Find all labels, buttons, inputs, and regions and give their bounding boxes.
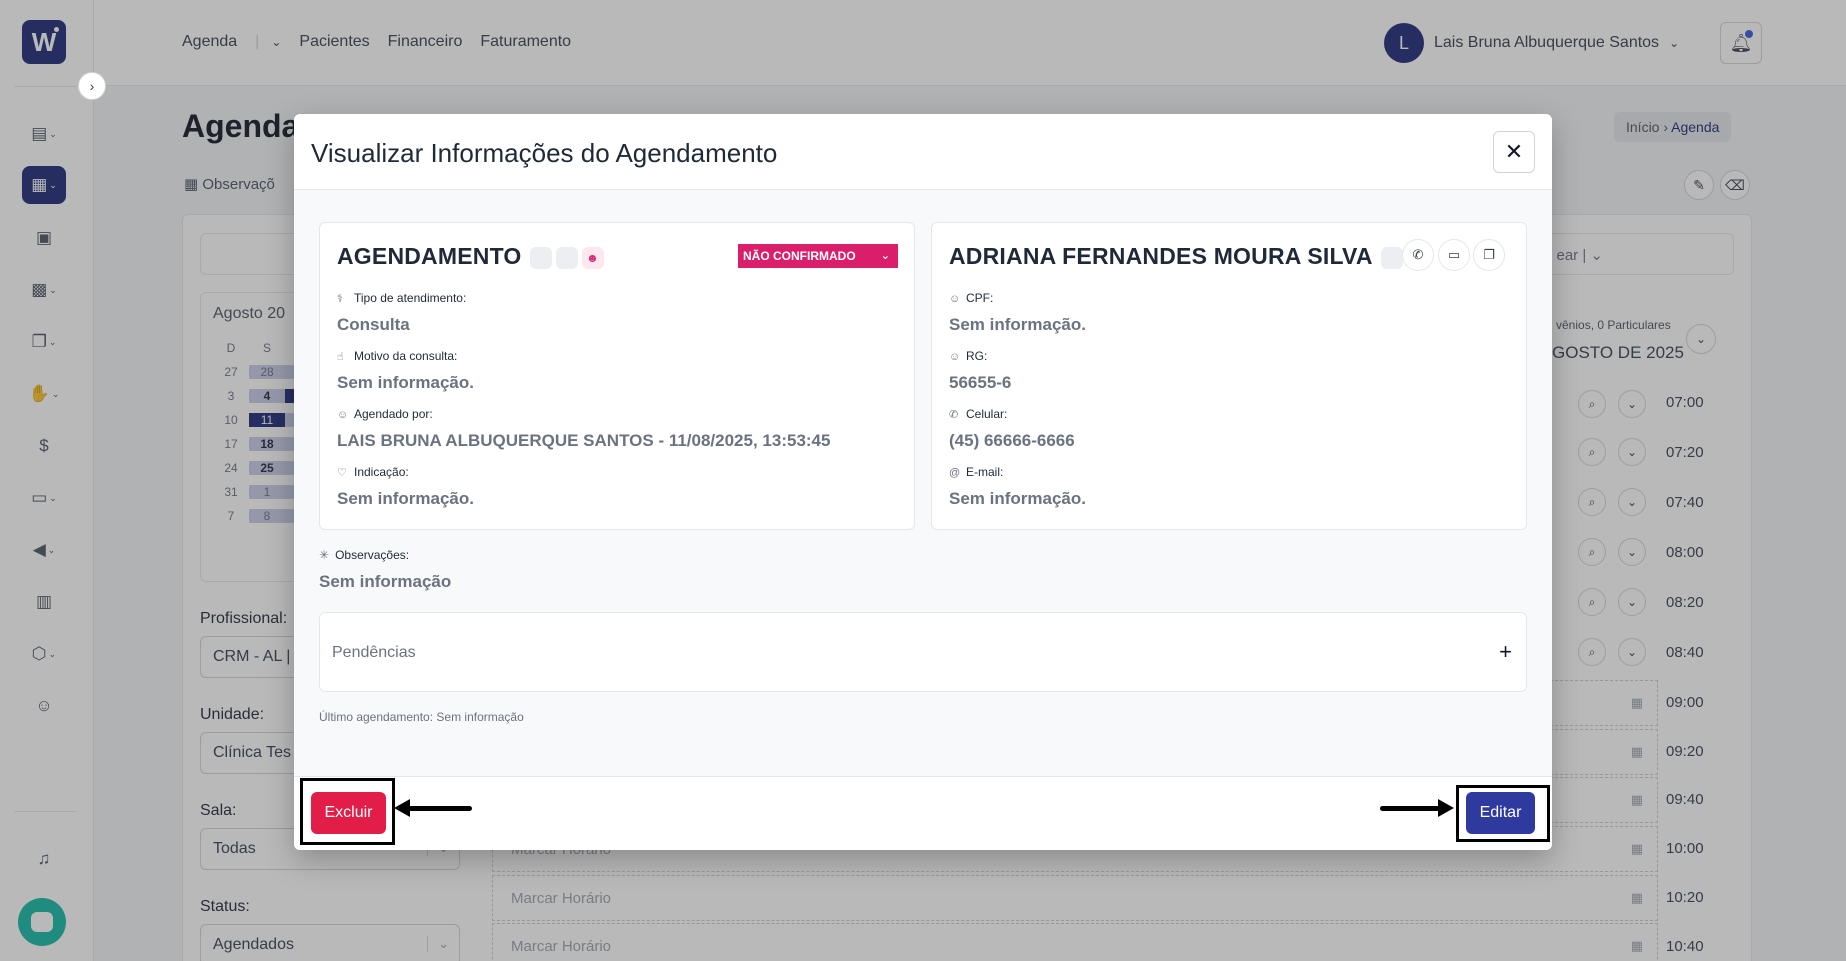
- user-icon: ☺: [949, 351, 961, 363]
- field-value: 56655-6: [949, 373, 1012, 392]
- patient-card: ADRIANA FERNANDES MOURA SILVA ✆ ▭ ❐ ☺ CPF…: [931, 222, 1527, 530]
- copy-icon: ❐: [1483, 247, 1495, 262]
- at-icon: @: [949, 467, 961, 479]
- appointment-card: AGENDAMENTO ☻ NÃO CONFIRMADO ⌄ ⚕ Tipo de at…: [319, 222, 915, 530]
- field-label: ✆ Celular:: [949, 407, 1008, 421]
- field-value: Sem informação.: [949, 315, 1086, 334]
- field-label: ☺ Agendado por:: [337, 407, 433, 421]
- handshake-icon: ♡: [337, 467, 347, 479]
- phone-icon: ✆: [949, 409, 959, 421]
- hand-icon: ☝: [337, 351, 344, 363]
- modal-header: Visualizar Informações do Agendamento ✕: [294, 114, 1552, 190]
- modal-footer: Excluir Editar: [294, 776, 1552, 850]
- user-icon: ☺: [949, 293, 961, 305]
- stethoscope-icon: ⚕: [337, 293, 343, 305]
- user-icon: ☺: [337, 409, 349, 421]
- patient-user-icon[interactable]: ☻: [581, 246, 604, 269]
- field-label: ☝ Motivo da consulta:: [337, 349, 458, 363]
- whatsapp-icon: ✆: [1412, 247, 1424, 262]
- tag-placeholder: [1380, 246, 1403, 269]
- telemedicine-button[interactable]: ▭: [1438, 239, 1470, 271]
- chevron-right-icon: ›: [89, 78, 95, 94]
- status-badge[interactable]: NÃO CONFIRMADO ⌄: [738, 244, 898, 268]
- appointment-modal: Visualizar Informações do Agendamento ✕ …: [294, 114, 1552, 850]
- whatsapp-button[interactable]: ✆: [1402, 239, 1434, 271]
- field-value: (45) 66666-6666: [949, 431, 1075, 450]
- field-value: Sem informação.: [337, 373, 474, 392]
- field-label: ♡ Indicação:: [337, 465, 409, 479]
- monitor-icon: ▭: [1447, 247, 1461, 262]
- field-label: ☺ CPF:: [949, 291, 994, 305]
- field-label: ☺ RG:: [949, 349, 988, 363]
- field-value: Sem informação.: [949, 489, 1086, 508]
- tag-placeholder: [529, 246, 552, 269]
- field-label: @ E-mail:: [949, 465, 1004, 479]
- plus-icon[interactable]: +: [1499, 639, 1512, 665]
- observations-value: Sem informação: [319, 572, 452, 591]
- annotation-box-edit: [1456, 785, 1550, 842]
- observations-label: ✳ Observações:: [319, 548, 410, 562]
- annotation-box-delete: [300, 778, 395, 845]
- sidebar-toggle-button[interactable]: ›: [78, 72, 106, 100]
- copy-button[interactable]: ❐: [1473, 239, 1505, 271]
- field-label: ⚕ Tipo de atendimento:: [337, 291, 467, 305]
- field-value: Consulta: [337, 315, 410, 334]
- patient-name: ADRIANA FERNANDES MOURA SILVA: [949, 243, 1403, 270]
- modal-title: Visualizar Informações do Agendamento: [311, 138, 778, 168]
- tag-placeholder: [555, 246, 578, 269]
- last-appointment: Último agendamento: Sem informação: [319, 710, 524, 724]
- close-button[interactable]: ✕: [1493, 131, 1535, 173]
- field-value: Sem informação.: [337, 489, 474, 508]
- annotation-arrow-line: [1380, 806, 1442, 811]
- appointment-title: AGENDAMENTO ☻: [337, 243, 604, 270]
- close-icon: ✕: [1504, 139, 1524, 164]
- pending-label: Pendências: [332, 644, 416, 661]
- field-value: LAIS BRUNA ALBUQUERQUE SANTOS - 11/08/20…: [337, 431, 831, 450]
- asterisk-icon: ✳: [319, 548, 330, 562]
- annotation-arrow-line: [406, 806, 472, 811]
- chevron-down-icon: ⌄: [880, 250, 890, 262]
- pending-accordion[interactable]: Pendências +: [319, 612, 1527, 692]
- annotation-arrow-right: [1438, 799, 1454, 817]
